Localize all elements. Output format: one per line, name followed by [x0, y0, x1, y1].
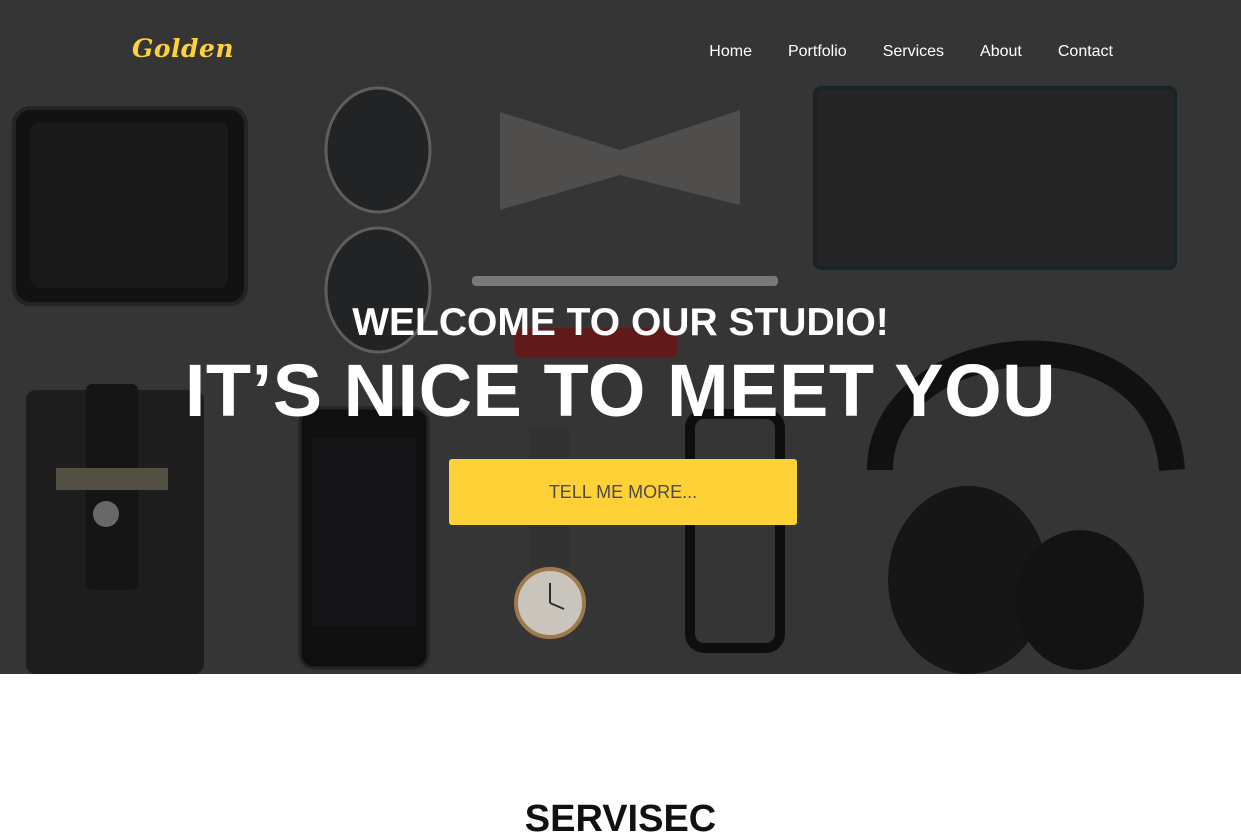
hero-heading: IT’S NICE TO MEET YOU — [184, 349, 1057, 432]
nav-link-portfolio[interactable]: Portfolio — [788, 43, 847, 61]
top-navigation: Golden Home Portfolio Services About Con… — [0, 0, 1241, 100]
hero-lead-text: WELCOME TO OUR STUDIO! — [352, 301, 889, 344]
nav-link-contact[interactable]: Contact — [1058, 43, 1113, 61]
tell-me-more-button[interactable]: TELL ME MORE... — [449, 459, 797, 525]
nav-link-services[interactable]: Services — [883, 43, 944, 61]
nav-links: Home Portfolio Services About Contact — [709, 43, 1113, 61]
services-section-title: SERVISEC — [524, 798, 717, 839]
nav-link-about[interactable]: About — [980, 43, 1022, 61]
hero-section: Golden Home Portfolio Services About Con… — [0, 0, 1241, 674]
nav-link-home[interactable]: Home — [709, 43, 752, 61]
brand-logo[interactable]: Golden — [132, 34, 234, 63]
